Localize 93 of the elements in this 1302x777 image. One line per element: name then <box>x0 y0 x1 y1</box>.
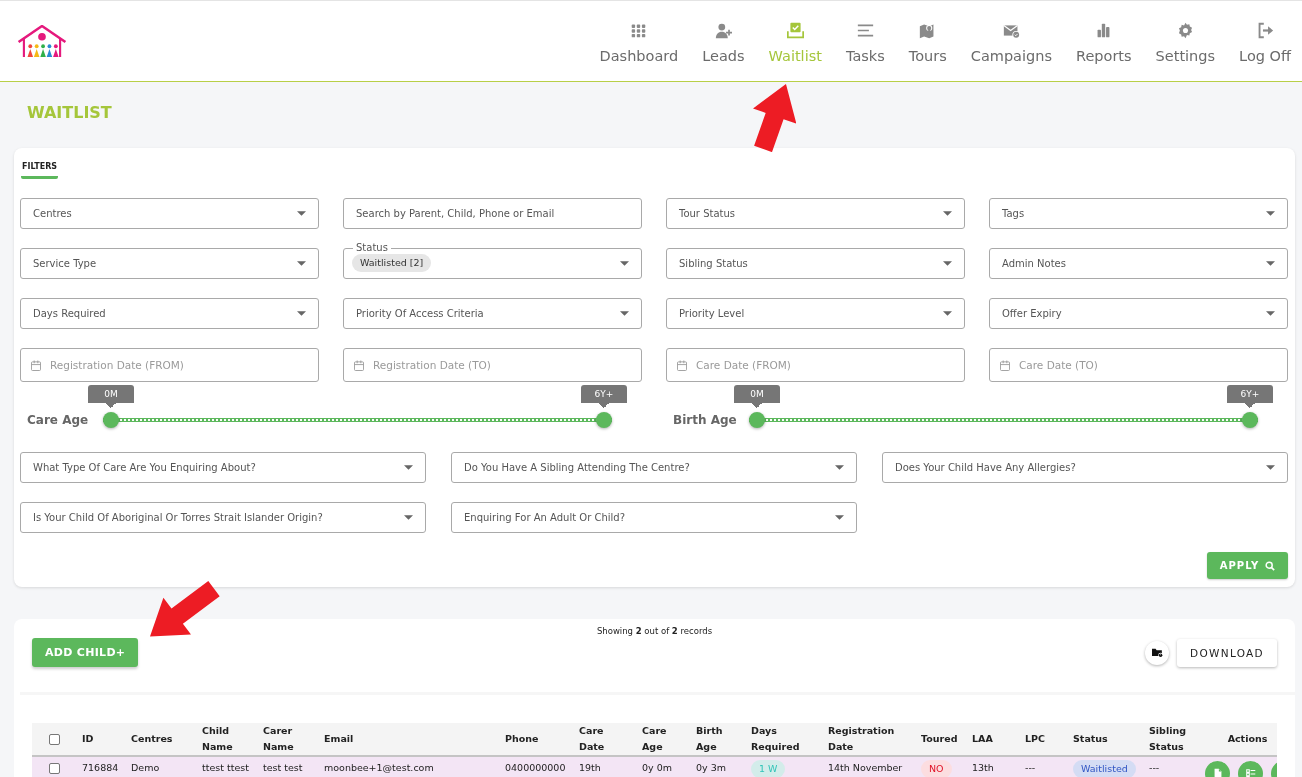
caret-icon <box>835 465 844 470</box>
table-badge: NO <box>921 759 952 777</box>
nav-link[interactable]: Leads <box>702 22 745 65</box>
select-field[interactable]: Service Type <box>20 248 319 279</box>
caret-icon <box>943 311 952 316</box>
calendar-icon <box>354 360 364 371</box>
slider-handle[interactable] <box>596 412 612 428</box>
caret-icon <box>297 261 306 266</box>
field-label: Status <box>355 242 389 254</box>
lines-icon <box>855 22 875 39</box>
caret-icon <box>1266 465 1275 470</box>
caret-icon <box>297 211 306 216</box>
select-field[interactable]: Priority Level <box>666 298 965 329</box>
calendar-icon <box>1000 360 1010 371</box>
list-icon <box>1244 767 1257 777</box>
slider-handle[interactable] <box>1242 412 1258 428</box>
select-field[interactable]: Offer Expiry <box>989 298 1288 329</box>
nav-link[interactable]: Reports <box>1075 22 1132 65</box>
download-button[interactable]: DOWNLOAD <box>1177 638 1277 667</box>
slider-handle[interactable] <box>103 412 119 428</box>
table-cell: 0y 3m <box>690 756 745 777</box>
page-title: WAITLIST <box>26 103 113 123</box>
value-tooltip: 6Y+ <box>581 385 627 408</box>
table-cell: 0400000000 <box>499 756 573 777</box>
table-cell: moonbee+1@test.com <box>318 756 499 777</box>
folder-icon <box>1151 647 1163 658</box>
checkbox[interactable] <box>49 762 60 774</box>
search-field[interactable]: Search by Parent, Child, Phone or Email <box>343 198 642 229</box>
select-field[interactable]: Centres <box>20 198 319 229</box>
select-field[interactable]: Enquiring For An Adult Or Child? <box>451 502 857 533</box>
date-field[interactable]: Care Date (TO) <box>989 348 1288 382</box>
select-field[interactable]: Tour Status <box>666 198 965 229</box>
caret-icon <box>404 465 413 470</box>
table-cell: ttest ttest <box>196 756 257 777</box>
nav-link[interactable]: Log Off <box>1239 22 1291 65</box>
nav-link[interactable]: Settings <box>1155 22 1216 65</box>
filter-chip: Waitlisted [2] <box>352 254 432 272</box>
caret-icon <box>835 515 844 520</box>
house-logo-icon <box>17 25 67 58</box>
select-field[interactable]: Does Your Child Have Any Allergies? <box>882 452 1288 483</box>
caret-icon <box>1266 311 1275 316</box>
search-icon <box>1265 560 1276 571</box>
caret-icon <box>404 515 413 520</box>
caret-icon <box>1266 211 1275 216</box>
folder-button[interactable] <box>1145 640 1169 665</box>
nav-link[interactable]: Campaigns <box>970 22 1052 65</box>
date-field[interactable]: Care Date (FROM) <box>666 348 965 382</box>
nav-link[interactable]: Dashboard <box>599 22 679 65</box>
select-field[interactable]: Tags <box>989 198 1288 229</box>
checkbox[interactable] <box>49 733 60 745</box>
annotation-arrow <box>150 581 220 637</box>
select-field[interactable]: Status Waitlisted [2] <box>343 242 642 279</box>
nav-link[interactable]: Tours <box>908 22 947 65</box>
caret-icon <box>943 211 952 216</box>
date-field[interactable]: Registration Date (FROM) <box>20 348 319 382</box>
annotation-arrow <box>752 84 797 153</box>
table-cell: 716884 <box>76 756 125 777</box>
records-summary: Showing 2 out of 2 records <box>596 626 713 637</box>
value-tooltip: 6Y+ <box>1227 385 1273 408</box>
table-cell: 14th November <box>822 756 915 777</box>
select-field[interactable]: Is Your Child Of Aboriginal Or Torres Strait Islander Origin? <box>20 502 426 533</box>
date-field[interactable]: Registration Date (TO) <box>343 348 642 382</box>
table-cell: 13th <box>966 756 1019 777</box>
caret-icon <box>297 311 306 316</box>
envelope-check-icon <box>1001 22 1021 39</box>
select-field[interactable]: Priority Of Access Criteria <box>343 298 642 329</box>
table-cell: Demo <box>125 756 196 777</box>
calendar-icon <box>677 360 687 371</box>
table-cell: test test <box>257 756 318 777</box>
table-cell: --- <box>1019 756 1067 777</box>
select-field[interactable]: Sibling Status <box>666 248 965 279</box>
select-field[interactable]: Days Required <box>20 298 319 329</box>
table-cell: --- <box>1143 756 1205 777</box>
value-tooltip: 0M <box>734 385 780 408</box>
select-field[interactable]: Admin Notes <box>989 248 1288 279</box>
value-tooltip: 0M <box>88 385 134 408</box>
calendar-icon <box>31 360 41 371</box>
table-badge: Waitlisted <box>1073 759 1136 777</box>
table-cell: 0y 0m <box>636 756 690 777</box>
select-field[interactable]: What Type Of Care Are You Enquiring About? <box>20 452 426 483</box>
caret-icon <box>943 261 952 266</box>
table-cell: 19th <box>573 756 636 777</box>
caret-icon <box>620 311 629 316</box>
nav-link[interactable]: Tasks <box>845 22 885 65</box>
caret-icon <box>620 261 629 266</box>
table-badge: 1 W <box>751 759 786 777</box>
select-field[interactable]: Do You Have A Sibling Attending The Centre? <box>451 452 857 483</box>
tray-check-icon <box>785 22 805 39</box>
slider-handle[interactable] <box>749 412 765 428</box>
caret-icon <box>1266 261 1275 266</box>
filters-tab[interactable]: FILTERS <box>21 161 59 179</box>
user-plus-icon <box>713 22 733 39</box>
slider-label: Care Age <box>26 412 90 429</box>
